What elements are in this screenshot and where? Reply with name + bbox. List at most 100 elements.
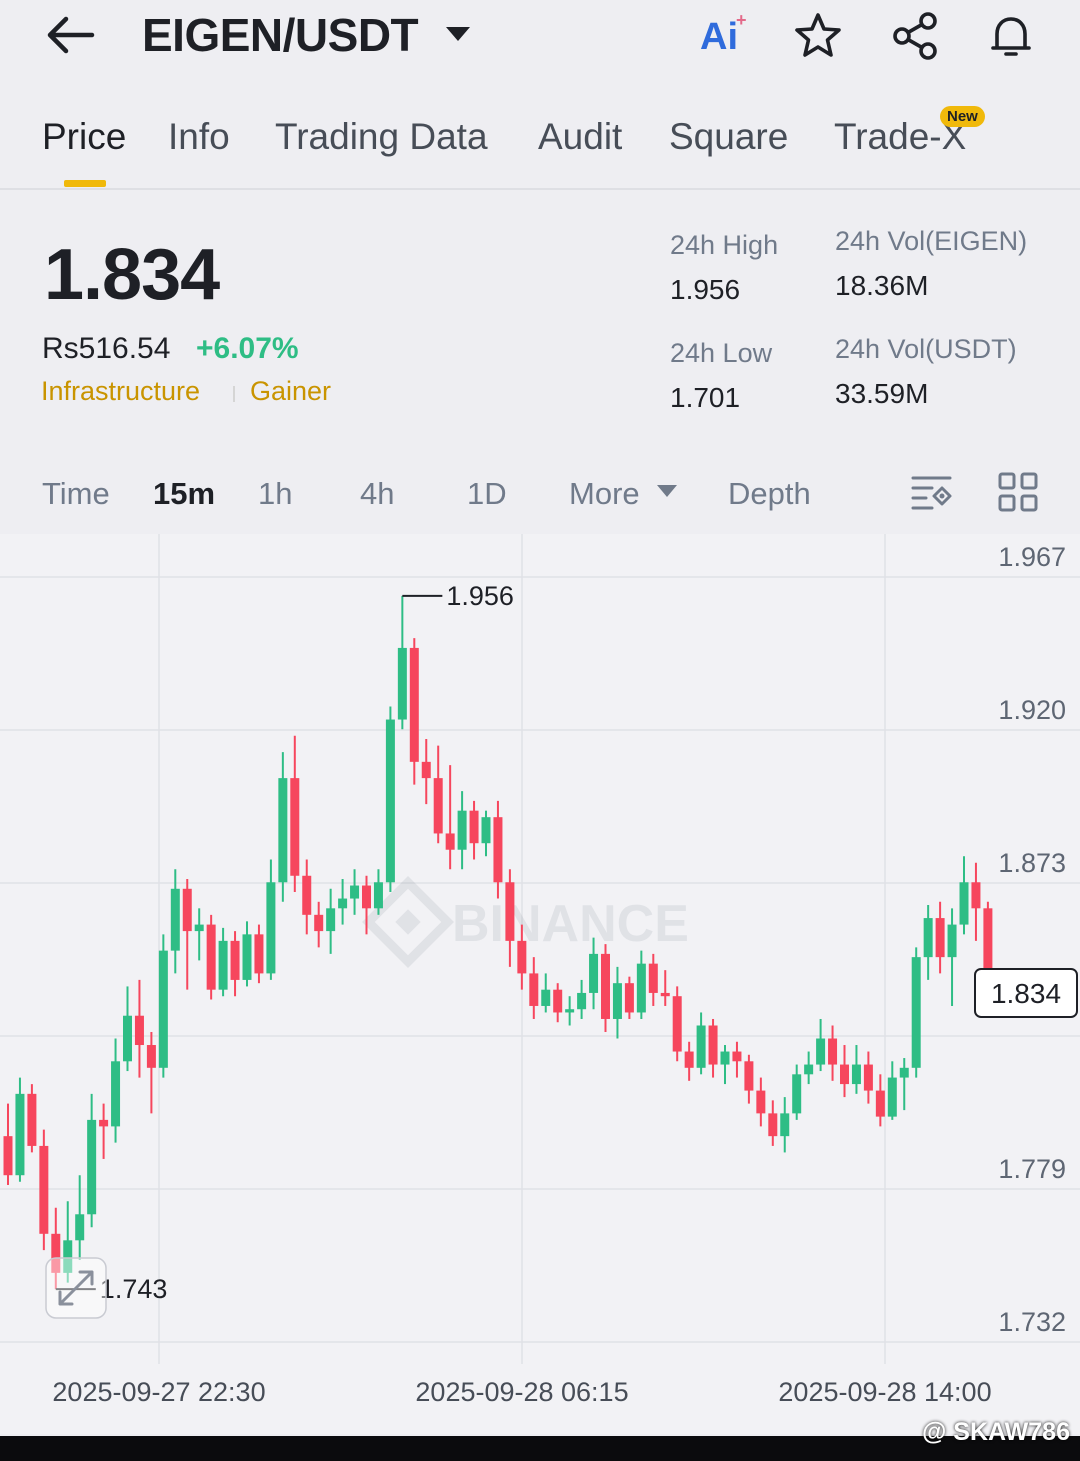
stat-24h-high-label: 24h High	[670, 230, 779, 260]
active-tab-indicator	[64, 180, 106, 187]
candle-body	[111, 1061, 121, 1127]
price-change-percent: +6.07%	[196, 332, 299, 365]
candle-body	[624, 983, 634, 1013]
candle	[911, 947, 921, 1078]
interval-4h[interactable]: 4h	[360, 476, 394, 512]
tag-gainer[interactable]: Gainer	[250, 376, 331, 407]
candle-body	[445, 833, 455, 850]
caret-down-icon[interactable]	[444, 24, 472, 44]
candle	[39, 1129, 49, 1251]
tab-audit[interactable]: Audit	[538, 116, 622, 158]
expand-icon[interactable]	[45, 1257, 107, 1319]
ai-label: Ai	[700, 16, 738, 58]
candle-body	[780, 1113, 790, 1137]
y-tick-label: 1.967	[998, 542, 1066, 572]
candle-body	[27, 1093, 37, 1146]
candle-body	[863, 1064, 873, 1091]
y-tick-label: 1.920	[998, 695, 1066, 725]
sparkle-icon: +	[736, 10, 747, 30]
candle-body	[636, 963, 646, 1013]
candle-body	[146, 1045, 156, 1068]
x-tick-label: 2025-09-27 22:30	[52, 1377, 265, 1407]
candle-body	[732, 1051, 742, 1062]
tag-infrastructure[interactable]: Infrastructure	[41, 376, 200, 407]
stat-24h-low-label: 24h Low	[670, 338, 773, 368]
x-tick-label: 2025-09-28 06:15	[415, 1377, 628, 1407]
more-caret-down-icon[interactable]	[656, 483, 678, 499]
candle-body	[768, 1113, 778, 1137]
y-tick-label: 1.732	[998, 1307, 1066, 1337]
candle	[601, 944, 610, 1032]
current-price-label: 1.834	[991, 978, 1061, 1009]
candle-body	[326, 908, 336, 932]
candle	[27, 1084, 37, 1153]
candle-body	[158, 950, 168, 1068]
pair-title[interactable]: EIGEN/USDT	[142, 8, 419, 62]
low-marker-label: 1.743	[100, 1274, 168, 1304]
candle-body	[373, 882, 383, 909]
candle-body	[947, 924, 957, 958]
candlestick-chart[interactable]: BINANCE 1.967 1.920 1.873 1.779 1.732 2025-0…	[0, 534, 1080, 1434]
x-axis-labels: 2025-09-27 22:30 2025-09-28 06:15 2025-09-…	[52, 1377, 991, 1407]
stat-vol-quote-value: 33.59M	[835, 378, 929, 409]
bell-icon[interactable]	[985, 10, 1037, 62]
tab-trading-data[interactable]: Trading Data	[275, 116, 488, 158]
binance-watermark: BINANCE	[362, 876, 689, 968]
candle-body	[923, 918, 933, 958]
interval-1d[interactable]: 1D	[467, 476, 507, 512]
share-icon[interactable]	[890, 10, 942, 62]
tab-info[interactable]: Info	[168, 116, 230, 158]
candle	[206, 914, 216, 1000]
interval-1h[interactable]: 1h	[258, 476, 292, 512]
candle-body	[278, 778, 288, 883]
candle-body	[577, 992, 587, 1010]
last-price: 1.834	[44, 235, 220, 315]
x-tick-label: 2025-09-28 14:00	[778, 1377, 991, 1407]
candle-body	[254, 934, 264, 974]
candle-body	[99, 1119, 109, 1127]
candle	[385, 706, 395, 893]
candle-body	[744, 1061, 754, 1091]
candle-body	[708, 1025, 718, 1065]
tab-price[interactable]: Price	[42, 116, 126, 158]
star-icon[interactable]	[792, 10, 844, 62]
candle-body	[123, 1015, 132, 1062]
high-marker-label: 1.956	[446, 581, 514, 611]
depth-tab[interactable]: Depth	[728, 476, 811, 512]
candle-body	[397, 647, 407, 720]
tab-square[interactable]: Square	[669, 116, 788, 158]
interval-15m[interactable]: 15m	[153, 476, 215, 512]
bottom-strip	[0, 1436, 1080, 1461]
candle-body	[493, 817, 503, 883]
candle-body	[3, 1136, 13, 1176]
candle-body	[875, 1090, 885, 1117]
candle-body	[672, 996, 682, 1052]
candle-body	[194, 924, 204, 932]
candle-body	[887, 1077, 897, 1117]
ai-assistant-button[interactable]: Ai +	[700, 10, 747, 59]
candle-body	[350, 885, 360, 899]
candle-body	[182, 888, 192, 932]
candle-body	[409, 647, 419, 762]
candle-body	[218, 940, 228, 990]
y-tick-label: 1.873	[998, 848, 1066, 878]
candle-body	[612, 983, 622, 1019]
candle-body	[828, 1038, 838, 1065]
candle-body	[565, 1009, 575, 1013]
stat-24h-low-value: 1.701	[670, 382, 741, 413]
candle-body	[314, 914, 324, 932]
indicator-settings-icon[interactable]	[910, 470, 954, 514]
interval-more[interactable]: More	[569, 476, 640, 512]
layout-grid-icon[interactable]	[996, 470, 1040, 514]
candle-body	[816, 1038, 826, 1065]
interval-time[interactable]: Time	[42, 476, 110, 512]
candle-body	[481, 817, 491, 844]
candle-body	[433, 778, 443, 834]
top-bar: EIGEN/USDT Ai +	[0, 0, 1080, 90]
candle-body	[792, 1074, 802, 1114]
candle-body	[170, 888, 180, 951]
candle-body	[517, 940, 527, 974]
back-arrow-icon[interactable]	[44, 14, 96, 56]
candle-body	[505, 882, 515, 941]
tag-divider	[233, 386, 235, 402]
